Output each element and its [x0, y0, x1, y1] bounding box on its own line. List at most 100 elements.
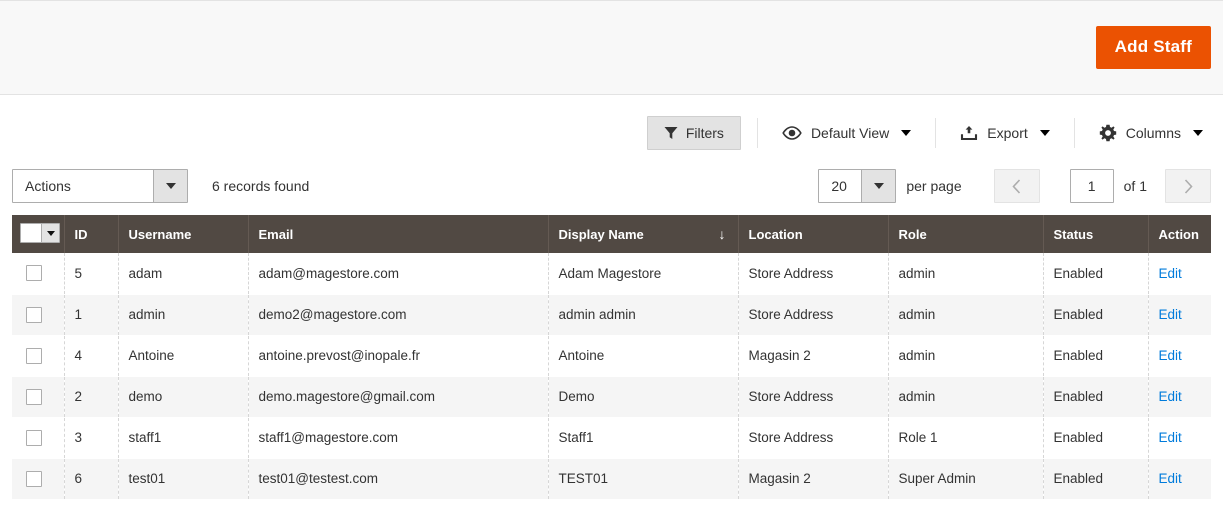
columns-dropdown[interactable]: Columns — [1091, 115, 1211, 151]
per-page-select[interactable]: 20 — [818, 169, 897, 203]
cell-id: 5 — [64, 253, 119, 295]
add-staff-button[interactable]: Add Staff — [1095, 26, 1211, 69]
toolbar-divider — [1073, 118, 1075, 148]
select-all-checkbox[interactable] — [21, 224, 41, 242]
table-row: 5 adam adam@magestore.com Adam Magestore… — [12, 253, 1211, 295]
column-header-display-name[interactable]: Display Name ↓ — [548, 215, 739, 253]
cell-location: Magasin 2 — [738, 458, 889, 500]
table-body: 5 adam adam@magestore.com Adam Magestore… — [12, 253, 1211, 500]
cell-username: test01 — [118, 458, 249, 500]
chevron-left-icon — [1012, 178, 1021, 194]
per-page-label: per page — [906, 178, 962, 194]
default-view-dropdown[interactable]: Default View — [774, 117, 919, 149]
table-row: 2 demo demo.magestore@gmail.com Demo Sto… — [12, 376, 1211, 418]
edit-link[interactable]: Edit — [1159, 430, 1182, 445]
staff-table: ID Username Email Display Name ↓ Locatio… — [12, 215, 1211, 500]
row-select-cell — [12, 458, 65, 500]
per-page-value: 20 — [831, 178, 847, 194]
default-view-label: Default View — [810, 125, 890, 141]
cell-location: Store Address — [738, 417, 889, 459]
column-header-status[interactable]: Status — [1043, 215, 1149, 253]
cell-status: Enabled — [1043, 458, 1149, 500]
toolbar-divider — [756, 118, 758, 148]
cell-location: Store Address — [738, 294, 889, 336]
cell-email: demo2@magestore.com — [248, 294, 549, 336]
cell-status: Enabled — [1043, 253, 1149, 295]
row-checkbox[interactable] — [26, 306, 42, 323]
filters-button[interactable]: Filters — [646, 116, 741, 150]
cell-id: 1 — [64, 294, 119, 336]
actions-select-value: Actions — [25, 178, 71, 194]
edit-link[interactable]: Edit — [1159, 266, 1182, 281]
page-actions-bar: Add Staff — [0, 0, 1223, 95]
cell-location: Magasin 2 — [738, 335, 889, 377]
cell-email: staff1@magestore.com — [248, 417, 549, 459]
cell-email: antoine.prevost@inopale.fr — [248, 335, 549, 377]
cell-action: Edit — [1148, 253, 1211, 295]
cell-role: Super Admin — [888, 458, 1044, 500]
cell-status: Enabled — [1043, 417, 1149, 459]
edit-link[interactable]: Edit — [1159, 348, 1182, 363]
cell-display-name: Demo — [548, 376, 739, 418]
cell-display-name: admin admin — [548, 294, 739, 336]
table-row: 4 Antoine antoine.prevost@inopale.fr Ant… — [12, 335, 1211, 377]
next-page-button[interactable] — [1165, 169, 1211, 203]
row-checkbox[interactable] — [26, 265, 42, 282]
table-row: 3 staff1 staff1@magestore.com Staff1 Sto… — [12, 417, 1211, 459]
filter-funnel-icon — [664, 126, 678, 140]
cell-email: demo.magestore@gmail.com — [248, 376, 549, 418]
column-header-id[interactable]: ID — [64, 215, 119, 253]
row-checkbox[interactable] — [26, 429, 42, 446]
export-label: Export — [987, 125, 1028, 141]
column-header-email[interactable]: Email — [248, 215, 549, 253]
export-dropdown[interactable]: Export — [952, 116, 1057, 150]
cell-username: demo — [118, 376, 249, 418]
cell-action: Edit — [1148, 458, 1211, 500]
gear-icon — [1099, 124, 1117, 142]
cell-action: Edit — [1148, 335, 1211, 377]
table-row: 1 admin demo2@magestore.com admin admin … — [12, 294, 1211, 336]
chevron-down-icon[interactable] — [41, 224, 59, 242]
actions-select[interactable]: Actions — [12, 169, 188, 203]
cell-username: Antoine — [118, 335, 249, 377]
previous-page-button[interactable] — [993, 169, 1040, 203]
edit-link[interactable]: Edit — [1159, 389, 1182, 404]
export-upload-icon — [960, 125, 978, 141]
cell-action: Edit — [1148, 376, 1211, 418]
toolbar-left-group: Actions 6 records found — [12, 169, 309, 203]
chevron-down-icon — [153, 170, 187, 202]
eye-icon — [782, 126, 802, 140]
cell-username: adam — [118, 253, 249, 295]
cell-role: admin — [888, 253, 1044, 295]
page-number-input[interactable] — [1069, 169, 1114, 203]
row-checkbox[interactable] — [26, 347, 42, 364]
columns-label: Columns — [1125, 125, 1181, 141]
records-found-label: 6 records found — [212, 178, 310, 194]
column-header-location[interactable]: Location — [738, 215, 889, 253]
chevron-down-icon — [861, 170, 896, 202]
edit-link[interactable]: Edit — [1159, 307, 1182, 322]
column-header-role[interactable]: Role — [888, 215, 1044, 253]
cell-id: 3 — [64, 417, 119, 459]
toolbar-row-actions-pagination: Actions 6 records found 20 per page 1 of… — [12, 157, 1211, 215]
row-checkbox[interactable] — [26, 470, 42, 487]
cell-id: 2 — [64, 376, 119, 418]
grid-toolbar: Filters Default View Export Columns Acti… — [0, 95, 1223, 215]
cell-id: 4 — [64, 335, 119, 377]
cell-username: admin — [118, 294, 249, 336]
cell-display-name: TEST01 — [548, 458, 739, 500]
column-header-username[interactable]: Username — [118, 215, 249, 253]
data-grid-container: ID Username Email Display Name ↓ Locatio… — [0, 215, 1223, 500]
cell-action: Edit — [1148, 294, 1211, 336]
cell-role: Role 1 — [888, 417, 1044, 459]
select-all-checkbox-dropdown[interactable] — [20, 223, 60, 243]
sort-descending-icon: ↓ — [718, 226, 726, 242]
cell-status: Enabled — [1043, 376, 1149, 418]
cell-display-name: Adam Magestore — [548, 253, 739, 295]
toolbar-divider — [935, 118, 937, 148]
edit-link[interactable]: Edit — [1159, 471, 1182, 486]
cell-display-name: Antoine — [548, 335, 739, 377]
cell-id: 6 — [64, 458, 119, 500]
row-select-cell — [12, 253, 65, 295]
row-checkbox[interactable] — [26, 388, 42, 405]
